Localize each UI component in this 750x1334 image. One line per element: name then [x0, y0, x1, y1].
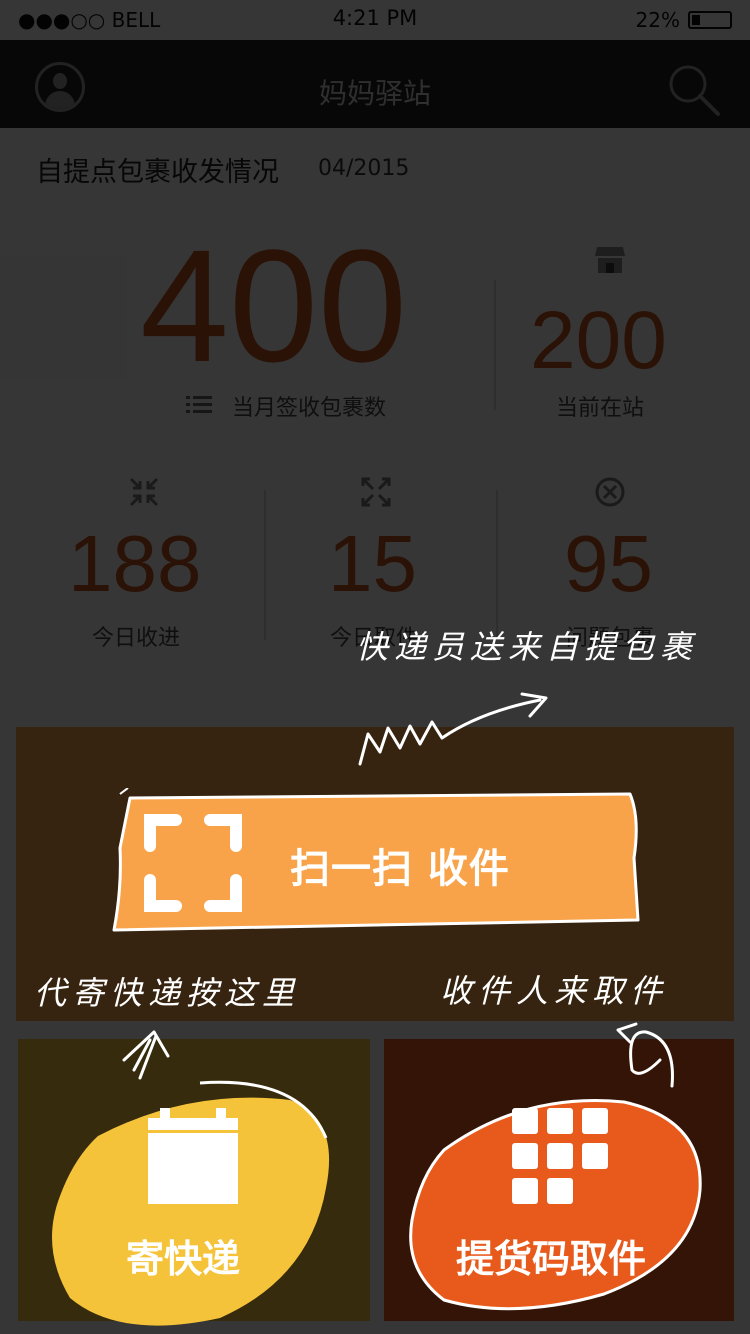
guide-arrows — [122, 692, 674, 1088]
